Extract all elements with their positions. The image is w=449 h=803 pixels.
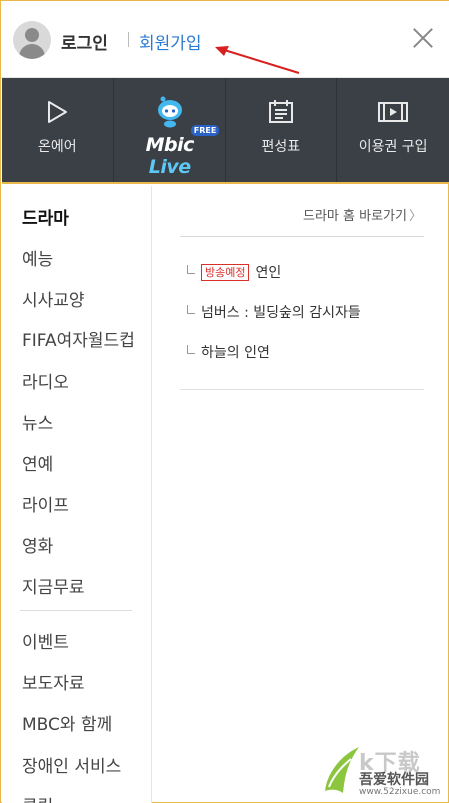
tree-branch-icon [187,265,195,274]
category-menu: 드라마 예능 시사교양 FIFA여자월드컵 라디오 뉴스 연예 라이프 영화 지… [2,186,152,803]
menu-divider [20,610,132,611]
play-icon [48,101,68,123]
program-item[interactable]: 방송예정 연인 [187,262,281,282]
menu-item-accessibility[interactable]: 장애인 서비스 [22,752,121,777]
menu-item-entertainment[interactable]: 연예 [22,450,53,475]
menu-item-event[interactable]: 이벤트 [22,628,69,653]
watermark-url: www.52zixue.com [359,787,441,797]
program-title: 연인 [255,265,282,281]
program-item[interactable]: 넘버스 : 빌딩숲의 감시자들 [187,302,361,322]
watermark-name: 吾爱软件园 [359,772,429,788]
close-icon[interactable] [412,27,434,49]
mbic-mascot-icon [157,96,182,128]
program-title: 넘버스 : 빌딩숲의 감시자들 [201,305,361,321]
program-title: 하늘의 인연 [201,345,270,361]
annotation-arrow-icon [215,46,300,74]
nav-onair[interactable]: 온에어 [2,78,114,182]
tree-branch-icon [187,305,195,314]
nav-ticket-label: 이용권 구입 [358,139,428,155]
tree-branch-icon [187,345,195,354]
menu-item-current-affairs[interactable]: 시사교양 [22,286,85,311]
menu-item-fifa[interactable]: FIFA여자월드컵 [22,326,135,351]
menu-panel: 로그인 회원가입 온에어 FREE Mbic Live 편성표 이용권 구입 드… [0,0,449,803]
avatar-icon[interactable] [13,21,51,59]
live-word: Live [148,156,191,178]
nav-schedule-label: 편성표 [261,139,301,155]
watermark-logo-icon [325,747,359,793]
ticket-video-icon [378,102,409,122]
drama-submenu: 드라마 홈 바로가기 〉 방송예정 연인 넘버스 : 빌딩숲의 감시자들 하늘의 인… [153,186,449,803]
top-nav: 온에어 FREE Mbic Live 편성표 이용권 구입 [2,78,449,184]
menu-item-radio[interactable]: 라디오 [22,368,69,393]
upcoming-badge: 방송예정 [201,264,250,281]
watermark: k下载 吾爱软件园 www.52zixue.com [319,743,447,801]
content-divider-top [180,236,424,237]
menu-item-free-now[interactable]: 지금무료 [22,573,85,598]
menu-item-press[interactable]: 보도자료 [22,669,85,694]
nav-mbic-live-label: Mbic Live [122,134,218,178]
header: 로그인 회원가입 [1,1,449,78]
mbic-word: Mbic [145,134,195,156]
program-item[interactable]: 하늘의 인연 [187,342,270,362]
menu-item-variety[interactable]: 예능 [22,245,53,270]
nav-ticket[interactable]: 이용권 구입 [337,78,449,182]
menu-item-clip[interactable]: 클립 [22,792,53,803]
header-separator [128,32,129,47]
menu-item-drama[interactable]: 드라마 [22,204,69,229]
menu-item-news[interactable]: 뉴스 [22,409,53,434]
content-divider-bottom [180,389,424,390]
login-link[interactable]: 로그인 [61,29,108,54]
nav-schedule[interactable]: 편성표 [226,78,338,182]
signup-link[interactable]: 회원가입 [139,29,202,54]
menu-item-with-mbc[interactable]: MBC와 함께 [22,710,112,735]
menu-item-life[interactable]: 라이프 [22,491,69,516]
menu-item-movie[interactable]: 영화 [22,532,53,557]
schedule-icon [268,100,293,123]
nav-onair-label: 온에어 [38,139,77,155]
drama-home-link[interactable]: 드라마 홈 바로가기 〉 [303,205,422,224]
drama-home-link-label: 드라마 홈 바로가기 [303,209,407,224]
nav-mbic-live[interactable]: FREE Mbic Live [114,78,226,182]
chevron-right-icon: 〉 [408,209,422,224]
